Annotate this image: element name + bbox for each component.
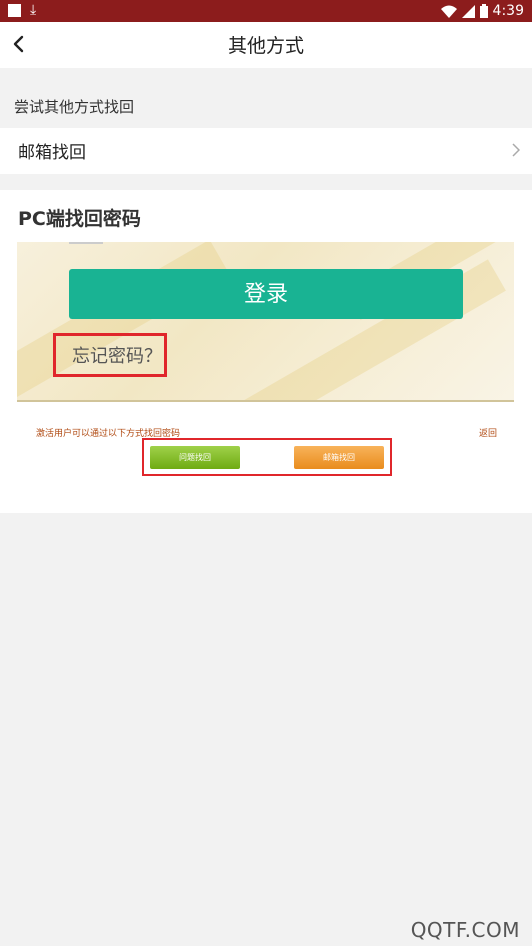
pc-recovery-heading: PC端找回密码 bbox=[18, 208, 141, 230]
battery-icon bbox=[479, 4, 488, 18]
email-recovery-option[interactable]: 邮箱找回 bbox=[0, 128, 532, 174]
pc-login-screenshot: 登录 忘记密码？ bbox=[17, 242, 514, 402]
recovery-buttons-highlight: 问题找回 邮箱找回 bbox=[142, 438, 392, 476]
watermark: QQTF.COM bbox=[410, 918, 520, 942]
page-title: 其他方式 bbox=[227, 35, 304, 57]
status-bar: ⤓ 4:39 bbox=[0, 0, 532, 22]
login-button-image: 登录 bbox=[69, 269, 463, 319]
section-label: 尝试其他方式找回 bbox=[14, 98, 135, 116]
title-bar: 其他方式 bbox=[0, 22, 532, 68]
pc-recovery-card: PC端找回密码 登录 忘记密码？ 激活用户可以通过以下方式找回密码 返回 问题找… bbox=[0, 190, 532, 513]
back-link: 返回 bbox=[478, 429, 497, 439]
forgot-password-text: 忘记密码？ bbox=[72, 346, 162, 367]
email-recovery-button-image: 邮箱找回 bbox=[294, 446, 384, 469]
wifi-icon bbox=[440, 5, 457, 18]
email-recovery-label: 邮箱找回 bbox=[18, 143, 86, 163]
download-icon: ⤓ bbox=[30, 2, 37, 18]
app-notification-icon bbox=[8, 4, 21, 17]
forgot-password-highlight: 忘记密码？ bbox=[53, 333, 167, 377]
status-icons: 4:39 bbox=[440, 0, 524, 22]
signal-icon bbox=[461, 4, 475, 18]
question-recovery-button-image: 问题找回 bbox=[150, 446, 240, 469]
clock-time: 4:39 bbox=[492, 3, 524, 19]
chevron-right-icon bbox=[512, 143, 520, 157]
